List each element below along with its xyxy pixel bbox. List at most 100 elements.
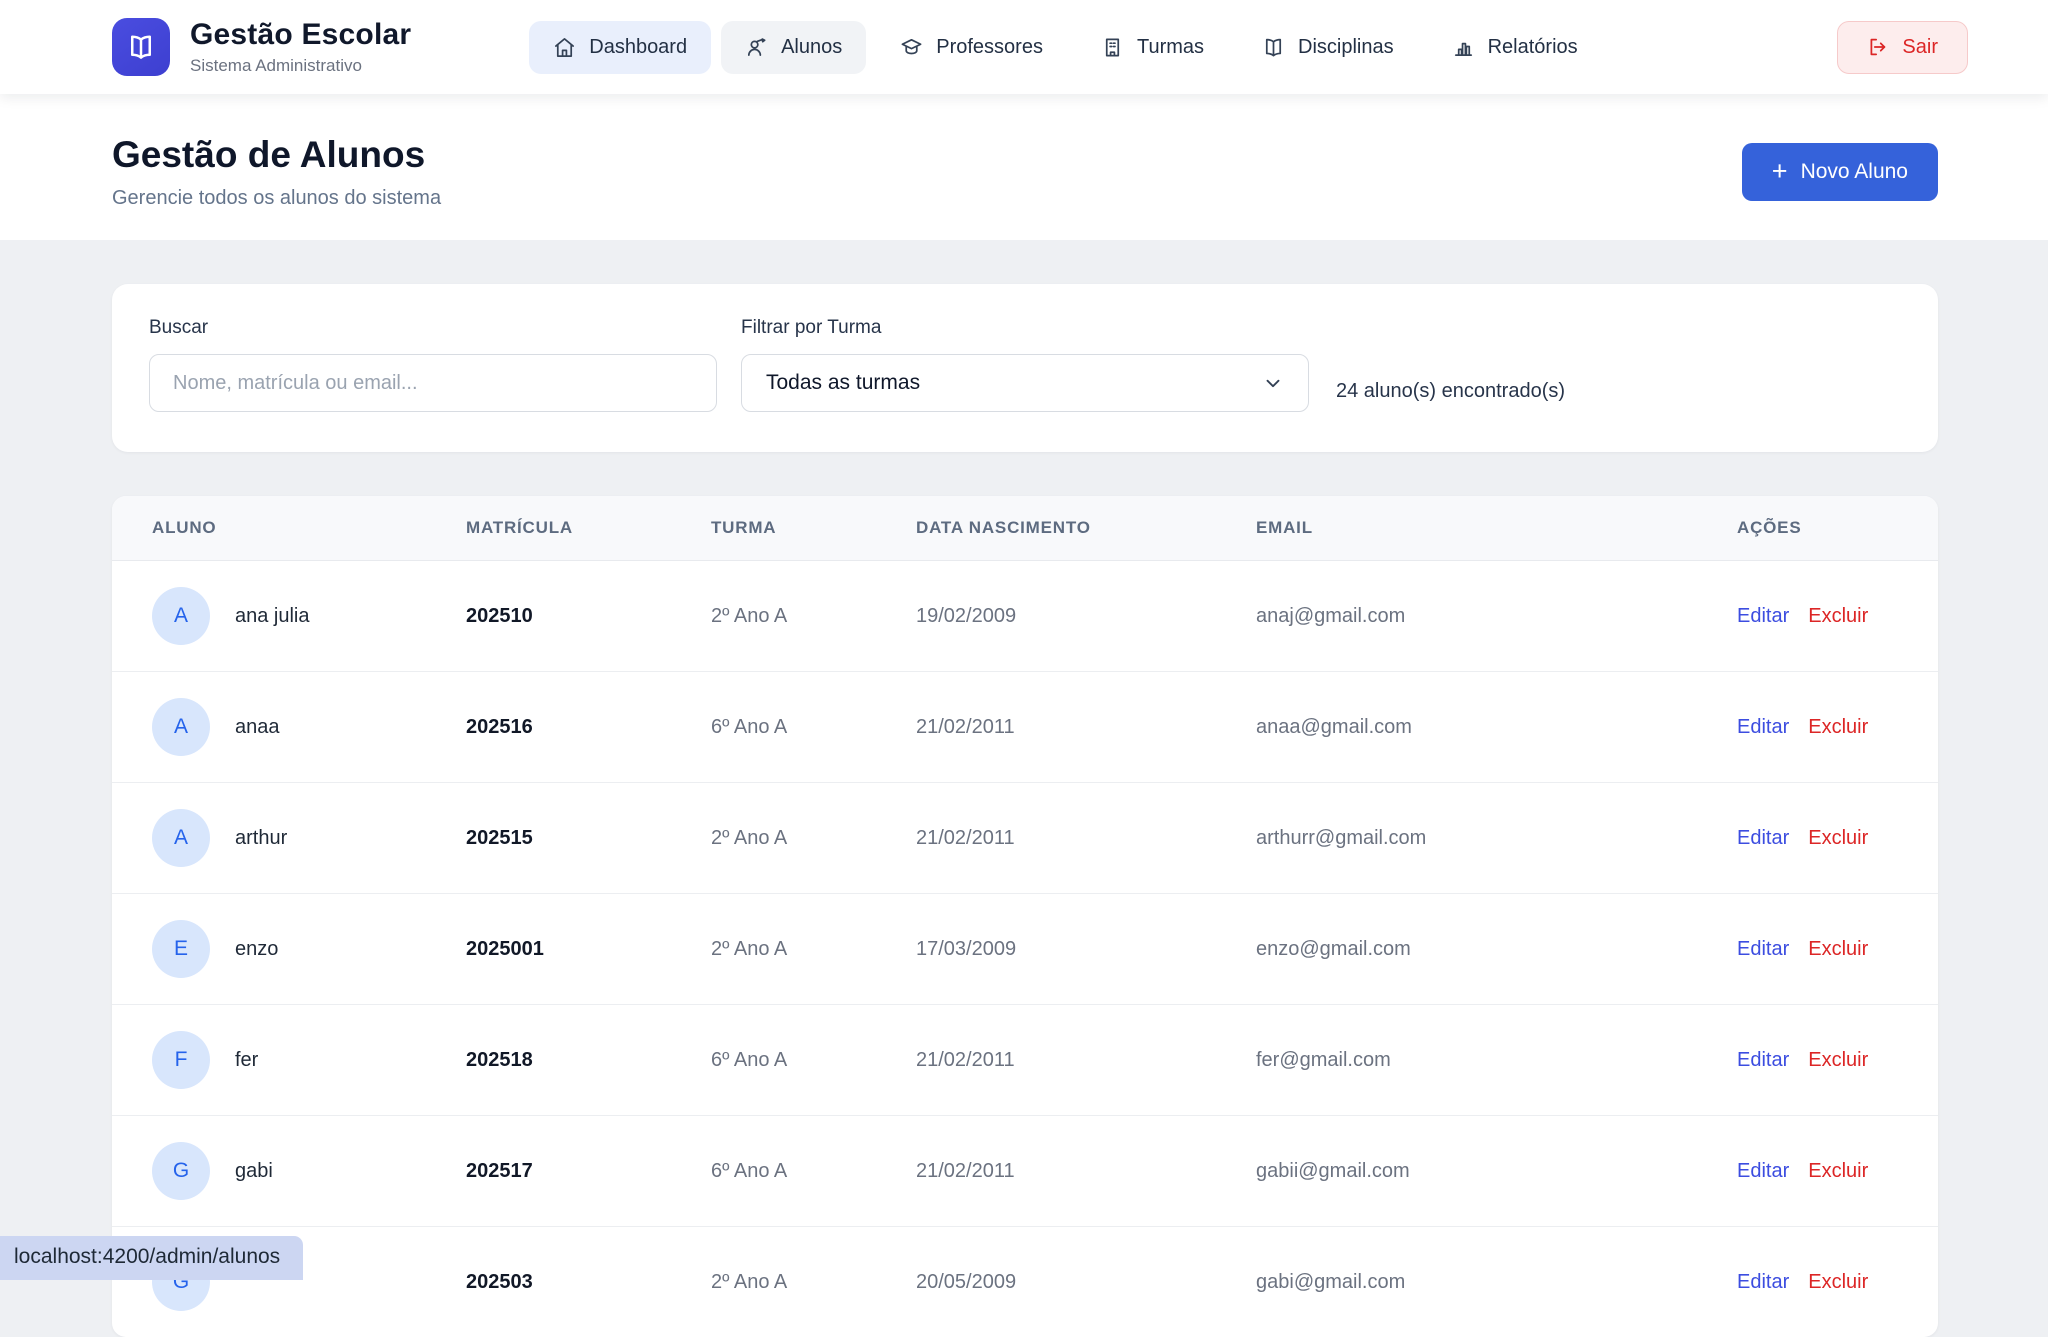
- delete-link[interactable]: Excluir: [1808, 605, 1868, 628]
- nav-item-disciplinas[interactable]: Disciplinas: [1238, 21, 1418, 74]
- student-icon: [745, 36, 768, 59]
- row-actions: Editar Excluir: [1737, 605, 1929, 628]
- edit-link[interactable]: Editar: [1737, 827, 1789, 850]
- row-actions: Editar Excluir: [1737, 827, 1929, 850]
- student-email: anaa@gmail.com: [1256, 672, 1737, 783]
- student-email: gabii@gmail.com: [1256, 1116, 1737, 1227]
- student-turma: 6º Ano A: [711, 1116, 916, 1227]
- delete-link[interactable]: Excluir: [1808, 1049, 1868, 1072]
- student-nascimento: 20/05/2009: [916, 1227, 1256, 1337]
- student-name: fer: [235, 1049, 258, 1072]
- nav-label: Disciplinas: [1298, 36, 1394, 59]
- student-name: arthur: [235, 827, 287, 850]
- student-email: arthurr@gmail.com: [1256, 783, 1737, 894]
- nav-item-dashboard[interactable]: Dashboard: [529, 21, 711, 74]
- student-cell: G gabi: [152, 1142, 456, 1200]
- table-row: A arthur 202515 2º Ano A 21/02/2011 arth…: [112, 783, 1938, 894]
- brand-text: Gestão Escolar Sistema Administrativo: [190, 18, 411, 76]
- table-row: A ana julia 202510 2º Ano A 19/02/2009 a…: [112, 561, 1938, 672]
- page-title: Gestão de Alunos: [112, 134, 441, 176]
- student-matricula: 2025001: [466, 894, 711, 1005]
- students-table-card: ALUNO MATRÍCULA TURMA DATA NASCIMENTO EM…: [112, 496, 1938, 1337]
- nav-label: Turmas: [1137, 36, 1204, 59]
- student-turma: 6º Ano A: [711, 672, 916, 783]
- row-actions: Editar Excluir: [1737, 938, 1929, 961]
- avatar: F: [152, 1031, 210, 1089]
- page-header: Gestão de Alunos Gerencie todos os aluno…: [0, 94, 2048, 240]
- students-table: ALUNO MATRÍCULA TURMA DATA NASCIMENTO EM…: [112, 496, 1938, 1337]
- student-cell: A anaa: [152, 698, 456, 756]
- edit-link[interactable]: Editar: [1737, 1160, 1789, 1183]
- student-nascimento: 17/03/2009: [916, 894, 1256, 1005]
- nav-label: Dashboard: [589, 36, 687, 59]
- avatar: G: [152, 1142, 210, 1200]
- turma-filter-value: Todas as turmas: [766, 371, 920, 395]
- nav-label: Relatórios: [1488, 36, 1578, 59]
- student-cell: A ana julia: [152, 587, 456, 645]
- search-input[interactable]: [149, 354, 717, 412]
- student-turma: 2º Ano A: [711, 894, 916, 1005]
- new-student-button[interactable]: + Novo Aluno: [1742, 143, 1938, 201]
- table-row: G gabi 202517 6º Ano A 21/02/2011 gabii@…: [112, 1116, 1938, 1227]
- student-cell: A arthur: [152, 809, 456, 867]
- bar-chart-icon: [1452, 36, 1475, 59]
- nav-item-alunos[interactable]: Alunos: [721, 21, 866, 74]
- header-acoes: AÇÕES: [1737, 496, 1938, 561]
- nav-item-professores[interactable]: Professores: [876, 21, 1067, 74]
- page-subtitle: Gerencie todos os alunos do sistema: [112, 187, 441, 210]
- brand-title: Gestão Escolar: [190, 18, 411, 52]
- header-email: EMAIL: [1256, 496, 1737, 561]
- edit-link[interactable]: Editar: [1737, 1049, 1789, 1072]
- logout-button[interactable]: Sair: [1837, 21, 1968, 74]
- edit-link[interactable]: Editar: [1737, 938, 1789, 961]
- brand: Gestão Escolar Sistema Administrativo: [112, 18, 411, 76]
- student-cell: F fer: [152, 1031, 456, 1089]
- table-row: F fer 202518 6º Ano A 21/02/2011 fer@gma…: [112, 1005, 1938, 1116]
- book-icon: [1262, 36, 1285, 59]
- student-cell: E enzo: [152, 920, 456, 978]
- header-turma: TURMA: [711, 496, 916, 561]
- turma-filter-group: Filtrar por Turma Todas as turmas: [741, 317, 1309, 412]
- table-row: G 202503 2º Ano A 20/05/2009 gabi@gmail.…: [112, 1227, 1938, 1337]
- main-nav: Dashboard Alunos Professores Turmas Disc…: [529, 21, 1601, 74]
- table-row: E enzo 2025001 2º Ano A 17/03/2009 enzo@…: [112, 894, 1938, 1005]
- edit-link[interactable]: Editar: [1737, 605, 1789, 628]
- student-email: fer@gmail.com: [1256, 1005, 1737, 1116]
- nav-item-turmas[interactable]: Turmas: [1077, 21, 1228, 74]
- table-header-row: ALUNO MATRÍCULA TURMA DATA NASCIMENTO EM…: [112, 496, 1938, 561]
- delete-link[interactable]: Excluir: [1808, 1271, 1868, 1294]
- home-icon: [553, 36, 576, 59]
- students-table-body: A ana julia 202510 2º Ano A 19/02/2009 a…: [112, 561, 1938, 1337]
- student-name: anaa: [235, 716, 280, 739]
- delete-link[interactable]: Excluir: [1808, 827, 1868, 850]
- delete-link[interactable]: Excluir: [1808, 938, 1868, 961]
- edit-link[interactable]: Editar: [1737, 1271, 1789, 1294]
- search-group: Buscar: [149, 317, 717, 412]
- student-matricula: 202510: [466, 561, 711, 672]
- header-nascimento: DATA NASCIMENTO: [916, 496, 1256, 561]
- student-name: gabi: [235, 1160, 273, 1183]
- edit-link[interactable]: Editar: [1737, 716, 1789, 739]
- search-label: Buscar: [149, 317, 717, 339]
- delete-link[interactable]: Excluir: [1808, 1160, 1868, 1183]
- student-nascimento: 21/02/2011: [916, 1005, 1256, 1116]
- header-aluno: ALUNO: [112, 496, 466, 561]
- student-turma: 2º Ano A: [711, 783, 916, 894]
- student-email: gabi@gmail.com: [1256, 1227, 1737, 1337]
- turma-filter-select[interactable]: Todas as turmas: [741, 354, 1309, 412]
- student-email: anaj@gmail.com: [1256, 561, 1737, 672]
- avatar: E: [152, 920, 210, 978]
- open-book-logo-icon: [112, 18, 170, 76]
- row-actions: Editar Excluir: [1737, 1160, 1929, 1183]
- page-header-text: Gestão de Alunos Gerencie todos os aluno…: [112, 134, 441, 210]
- main-content: Buscar Filtrar por Turma Todas as turmas…: [0, 240, 2048, 1337]
- logout-icon: [1867, 36, 1889, 58]
- row-actions: Editar Excluir: [1737, 1049, 1929, 1072]
- delete-link[interactable]: Excluir: [1808, 716, 1868, 739]
- student-turma: 2º Ano A: [711, 561, 916, 672]
- student-matricula: 202503: [466, 1227, 711, 1337]
- turma-filter-label: Filtrar por Turma: [741, 317, 1309, 339]
- avatar: A: [152, 698, 210, 756]
- building-icon: [1101, 36, 1124, 59]
- nav-item-relatorios[interactable]: Relatórios: [1428, 21, 1602, 74]
